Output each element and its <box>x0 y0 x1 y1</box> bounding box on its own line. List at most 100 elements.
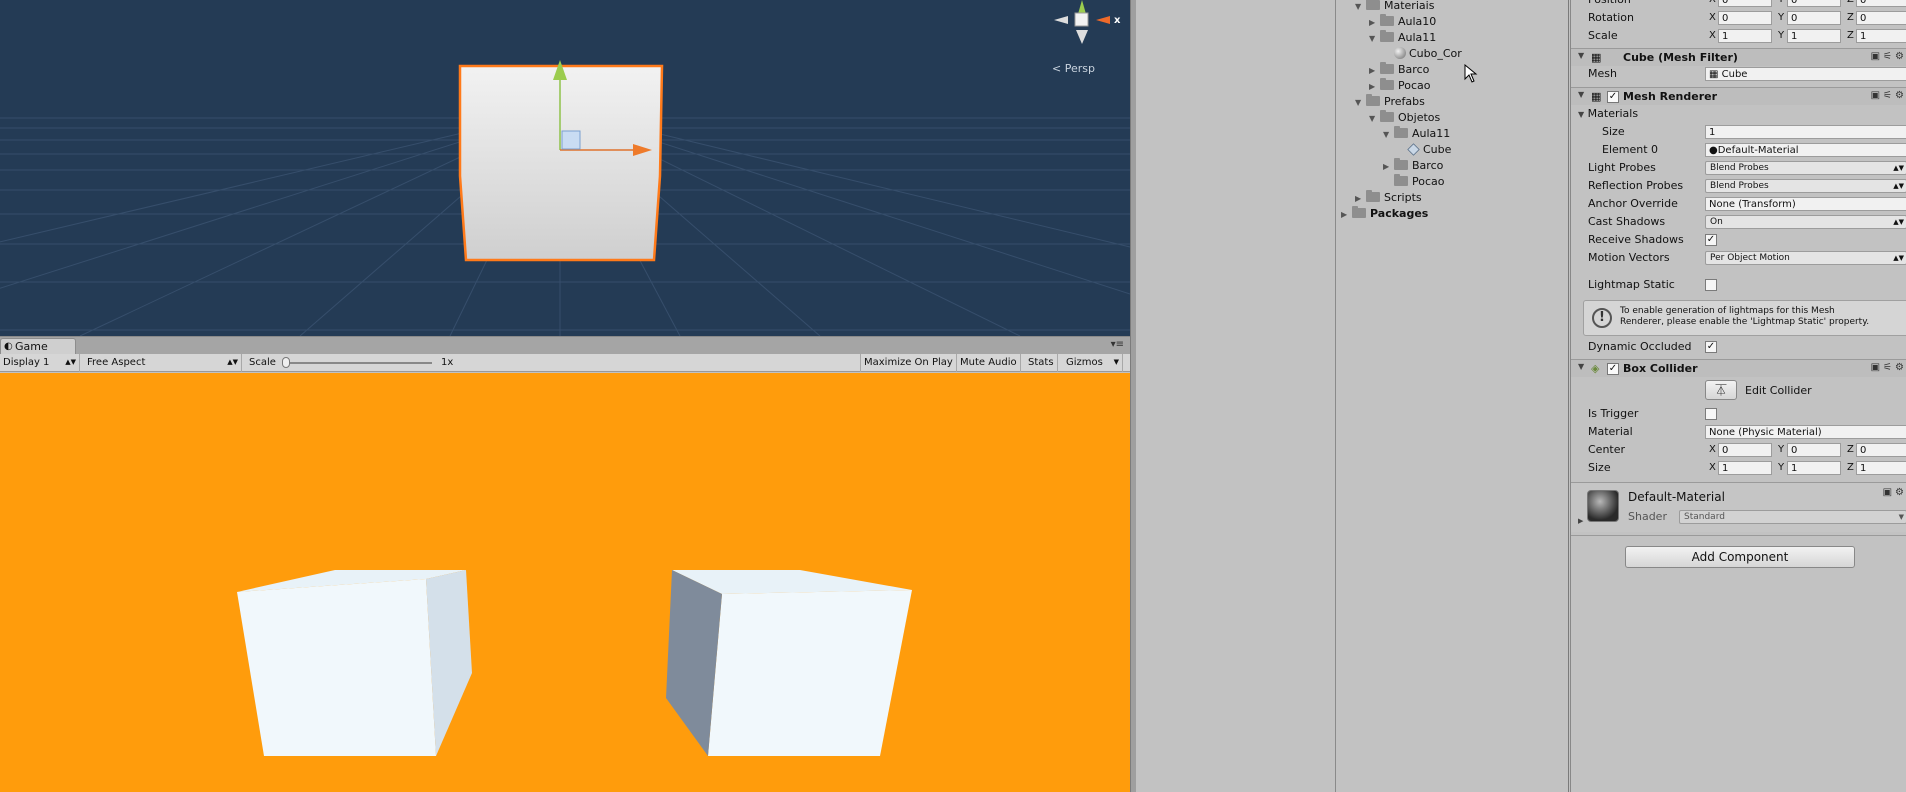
tree-item-pocao[interactable]: ▶ Pocao <box>1369 78 1431 94</box>
tree-item-objetos[interactable]: ▼ Objetos <box>1369 110 1440 126</box>
edit-collider-button[interactable]: ⏄ <box>1705 380 1737 400</box>
tree-item-aula10[interactable]: ▶ Aula10 <box>1369 14 1436 30</box>
expand-right-icon[interactable]: ▶ <box>1341 207 1352 223</box>
light-probes-dropdown[interactable]: Blend Probes ▲▼ <box>1705 161 1906 175</box>
receive-shadows-label: Receive Shadows <box>1588 233 1684 246</box>
display-dropdown[interactable]: Display 1 ▲▼ <box>0 354 80 372</box>
expand-down-icon[interactable]: ▼ <box>1355 95 1366 111</box>
position-x-field[interactable]: 0 <box>1718 0 1772 7</box>
center-x-field[interactable]: 0 <box>1718 443 1772 457</box>
tree-item-barco-prefabs[interactable]: ▶ Barco <box>1383 158 1443 174</box>
size-y-field[interactable]: 1 <box>1787 461 1841 475</box>
aspect-dropdown[interactable]: Free Aspect ▲▼ <box>84 354 242 372</box>
mesh-renderer-header[interactable]: ▼ ▦ ✓ Mesh Renderer ▣⚟⚙ <box>1571 87 1906 105</box>
box-collider-header[interactable]: ▼ ◈ ✓ Box Collider ▣⚟⚙ <box>1571 359 1906 377</box>
size-x-field[interactable]: 1 <box>1718 461 1772 475</box>
reflection-probes-dropdown[interactable]: Blend Probes ▲▼ <box>1705 179 1906 193</box>
component-settings-icons[interactable]: ▣⚟⚙ <box>1871 90 1906 101</box>
tab-game[interactable]: ◐ Game <box>0 338 76 355</box>
expand-down-icon[interactable]: ▼ <box>1355 0 1366 15</box>
tree-item-label: Barco <box>1412 159 1444 172</box>
rot-x-label: X <box>1709 12 1716 23</box>
position-y-field[interactable]: 0 <box>1787 0 1841 7</box>
tree-item-cubo-cor[interactable]: Cubo_Cor <box>1394 46 1462 62</box>
tree-item-materiais[interactable]: ▼ Materiais <box>1355 0 1434 14</box>
scale-slider-track[interactable] <box>286 362 432 364</box>
scale-y-field[interactable]: 1 <box>1787 29 1841 43</box>
mesh-filter-header[interactable]: ▼ ▦ Cube (Mesh Filter) ▣⚟⚙ <box>1571 48 1906 66</box>
mesh-renderer-enabled-checkbox[interactable]: ✓ <box>1607 91 1619 103</box>
collider-material-field[interactable]: None (Physic Material) <box>1705 425 1906 439</box>
scene-view[interactable]: x < Persp <box>0 0 1130 336</box>
lightmap-static-label: Lightmap Static <box>1588 278 1675 291</box>
help-text-line1: To enable generation of lightmaps for th… <box>1620 306 1835 316</box>
dynamic-occluded-checkbox[interactable]: ✓ <box>1705 341 1717 353</box>
tree-item-cube[interactable]: Cube <box>1407 142 1451 158</box>
collider-material-label: Material <box>1588 425 1633 438</box>
expand-down-icon[interactable]: ▼ <box>1369 31 1380 47</box>
position-z-field[interactable]: 0 <box>1856 0 1906 7</box>
lightmap-static-checkbox[interactable] <box>1705 279 1717 291</box>
size-z-field[interactable]: 1 <box>1856 461 1906 475</box>
collapse-down-icon[interactable]: ▼ <box>1578 110 1584 119</box>
tree-item-packages[interactable]: ▶ Packages <box>1341 206 1428 222</box>
light-probes-value: Blend Probes <box>1710 163 1769 173</box>
tree-item-pocao-prefabs[interactable]: Pocao <box>1394 174 1445 190</box>
anchor-override-field[interactable]: None (Transform) <box>1705 197 1906 211</box>
is-trigger-checkbox[interactable] <box>1705 408 1717 420</box>
center-y-field[interactable]: 0 <box>1787 443 1841 457</box>
scale-slider-handle[interactable] <box>282 357 290 368</box>
materials-foldout[interactable]: ▼ Materials <box>1578 106 1638 122</box>
scale-x-field[interactable]: 1 <box>1718 29 1772 43</box>
persp-toggle[interactable]: < Persp <box>1052 62 1095 75</box>
motion-vectors-dropdown[interactable]: Per Object Motion ▲▼ <box>1705 251 1906 265</box>
receive-shadows-checkbox[interactable]: ✓ <box>1705 234 1717 246</box>
expand-right-icon[interactable]: ▶ <box>1369 63 1380 79</box>
gizmos-dropdown[interactable]: Gizmos ▼ <box>1063 354 1123 372</box>
add-component-button[interactable]: Add Component <box>1625 546 1855 568</box>
material-section[interactable]: ▶ Default-Material Shader Standard ▼ ▣⚙ <box>1571 482 1906 532</box>
tree-item-aula11-prefabs[interactable]: ▼ Aula11 <box>1383 126 1450 142</box>
tree-item-prefabs[interactable]: ▼ Prefabs <box>1355 94 1425 110</box>
center-z-field[interactable]: 0 <box>1856 443 1906 457</box>
box-collider-enabled-checkbox[interactable]: ✓ <box>1607 363 1619 375</box>
reflection-probes-value: Blend Probes <box>1710 181 1769 191</box>
expand-down-icon[interactable]: ▼ <box>1383 127 1394 143</box>
collapse-down-icon[interactable]: ▼ <box>1578 51 1584 60</box>
materials-size-field[interactable]: 1 <box>1705 125 1906 139</box>
mesh-field[interactable]: ▦ Cube <box>1705 67 1906 81</box>
expand-down-icon[interactable]: ▼ <box>1369 111 1380 127</box>
persp-label: Persp <box>1064 62 1095 75</box>
mesh-renderer-title: Mesh Renderer <box>1623 90 1718 103</box>
expand-right-icon[interactable]: ▶ <box>1355 191 1366 207</box>
tree-item-scripts[interactable]: ▶ Scripts <box>1355 190 1422 206</box>
selected-cube[interactable] <box>458 64 664 262</box>
scale-z-field[interactable]: 1 <box>1856 29 1906 43</box>
expand-right-icon[interactable]: ▶ <box>1369 15 1380 31</box>
tab-menu-icon[interactable]: ▾≡ <box>1111 339 1124 350</box>
pos-x-label: X <box>1709 0 1716 7</box>
mute-audio-toggle[interactable]: Mute Audio <box>957 354 1021 372</box>
component-settings-icons[interactable]: ▣⚟⚙ <box>1871 51 1906 62</box>
shader-dropdown[interactable]: Standard ▼ <box>1679 510 1906 524</box>
stats-toggle[interactable]: Stats <box>1025 354 1058 372</box>
component-settings-icons[interactable]: ▣⚟⚙ <box>1871 362 1906 373</box>
collapse-down-icon[interactable]: ▼ <box>1578 90 1584 99</box>
collapse-down-icon[interactable]: ▼ <box>1578 362 1584 371</box>
maximize-on-play-toggle[interactable]: Maximize On Play <box>860 354 957 372</box>
element0-field[interactable]: ●Default-Material <box>1705 143 1906 157</box>
rotation-x-field[interactable]: 0 <box>1718 11 1772 25</box>
tree-item-label: Packages <box>1370 207 1429 220</box>
expand-right-icon[interactable]: ▶ <box>1383 159 1394 175</box>
material-settings-icons[interactable]: ▣⚙ <box>1883 487 1906 498</box>
display-value: Display 1 <box>3 357 50 368</box>
cast-shadows-dropdown[interactable]: On ▲▼ <box>1705 215 1906 229</box>
tree-item-aula11[interactable]: ▼ Aula11 <box>1369 30 1436 46</box>
rotation-z-field[interactable]: 0 <box>1856 11 1906 25</box>
expand-right-icon[interactable]: ▶ <box>1578 517 1583 525</box>
game-view[interactable] <box>0 373 1130 792</box>
orientation-gizmo[interactable]: x <box>1054 0 1121 44</box>
rotation-y-field[interactable]: 0 <box>1787 11 1841 25</box>
expand-right-icon[interactable]: ▶ <box>1369 79 1380 95</box>
tree-item-barco[interactable]: ▶ Barco <box>1369 62 1429 78</box>
